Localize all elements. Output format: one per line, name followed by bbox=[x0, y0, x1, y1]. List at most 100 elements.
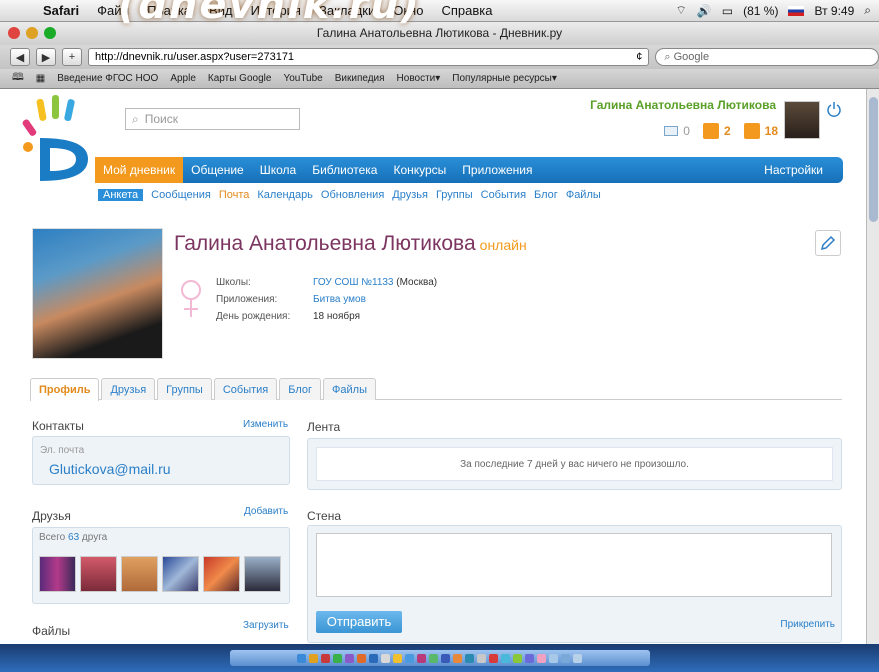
friend-avatar[interactable] bbox=[39, 556, 76, 592]
dock-app-icon[interactable] bbox=[561, 653, 570, 663]
address-bar[interactable]: http://dnevnik.ru/user.aspx?user=273171 … bbox=[88, 48, 650, 66]
dock-app-icon[interactable] bbox=[489, 653, 498, 663]
spotlight-icon[interactable]: ⌕ bbox=[864, 3, 871, 18]
logout-power-icon[interactable] bbox=[826, 101, 842, 117]
header-user-name[interactable]: Галина Анатольевна Лютикова bbox=[590, 98, 776, 112]
dock-app-icon[interactable] bbox=[465, 653, 474, 663]
friend-avatar[interactable] bbox=[203, 556, 240, 592]
friend-avatar[interactable] bbox=[162, 556, 199, 592]
clock[interactable]: Вт 9:49 bbox=[814, 4, 854, 18]
top-sites-icon[interactable]: ▦ bbox=[36, 73, 45, 84]
dnevnik-logo[interactable] bbox=[18, 93, 98, 188]
tab-events[interactable]: События bbox=[213, 378, 278, 400]
dock-app-icon[interactable] bbox=[417, 653, 426, 663]
battery-icon[interactable]: ▭ bbox=[722, 4, 733, 18]
dock-app-icon[interactable] bbox=[549, 653, 558, 663]
dock-app-icon[interactable] bbox=[309, 653, 318, 663]
wall-textarea[interactable] bbox=[316, 533, 832, 597]
friends-add-link[interactable]: Добавить bbox=[244, 506, 288, 517]
dock-app-icon[interactable] bbox=[321, 653, 330, 663]
zoom-window-icon[interactable] bbox=[44, 27, 56, 39]
email-link[interactable]: Glutickova@mail.ru bbox=[49, 461, 171, 477]
avatar[interactable] bbox=[784, 101, 820, 139]
school-link[interactable]: ГОУ СОШ №1133 bbox=[313, 277, 394, 288]
nav-library[interactable]: Библиотека bbox=[304, 157, 385, 183]
dock-app-icon[interactable] bbox=[513, 653, 522, 663]
scrollbar-thumb[interactable] bbox=[869, 97, 878, 222]
site-search-input[interactable]: ⌕ Поиск bbox=[125, 108, 300, 130]
bookmark-youtube[interactable]: YouTube bbox=[283, 73, 322, 84]
mail-icon[interactable] bbox=[664, 126, 679, 136]
dock-app-icon[interactable] bbox=[297, 653, 306, 663]
dock-app-icon[interactable] bbox=[477, 653, 486, 663]
dock-app-icon[interactable] bbox=[429, 653, 438, 663]
bookmark-popular[interactable]: Популярные ресурсы▾ bbox=[452, 73, 557, 84]
tab-files[interactable]: Файлы bbox=[323, 378, 376, 400]
menu-help[interactable]: Справка bbox=[432, 3, 501, 18]
subnav-groups[interactable]: Группы bbox=[436, 189, 473, 201]
nav-apps[interactable]: Приложения bbox=[454, 157, 540, 183]
subnav-blog[interactable]: Блог bbox=[534, 189, 558, 201]
profile-photo[interactable] bbox=[32, 228, 163, 359]
tab-groups[interactable]: Группы bbox=[157, 378, 212, 400]
bookmark-apple[interactable]: Apple bbox=[170, 73, 196, 84]
reading-list-icon[interactable]: 🕮 bbox=[12, 70, 24, 87]
flag-icon[interactable] bbox=[788, 5, 805, 16]
mail-count[interactable]: 0 bbox=[683, 124, 690, 138]
tab-profile[interactable]: Профиль bbox=[30, 378, 100, 401]
dock-app-icon[interactable] bbox=[501, 653, 510, 663]
subnav-updates[interactable]: Обновления bbox=[321, 189, 384, 201]
volume-icon[interactable]: 🔊 bbox=[697, 4, 712, 18]
tab-friends[interactable]: Друзья bbox=[101, 378, 156, 400]
nav-settings[interactable]: Настройки bbox=[764, 163, 843, 177]
friend-avatar[interactable] bbox=[80, 556, 117, 592]
page-scrollbar[interactable] bbox=[866, 89, 879, 644]
forward-button[interactable]: ▶ bbox=[36, 48, 56, 66]
bookmark-wikipedia[interactable]: Википедия bbox=[335, 73, 385, 84]
dock-app-icon[interactable] bbox=[453, 653, 462, 663]
dock-app-icon[interactable] bbox=[573, 653, 582, 663]
subnav-files[interactable]: Файлы bbox=[566, 189, 601, 201]
nav-school[interactable]: Школа bbox=[252, 157, 304, 183]
dock-app-icon[interactable] bbox=[441, 653, 450, 663]
tab-blog[interactable]: Блог bbox=[279, 378, 322, 400]
dock-app-icon[interactable] bbox=[381, 653, 390, 663]
subnav-friends[interactable]: Друзья bbox=[392, 189, 428, 201]
menu-app-safari[interactable]: Safari bbox=[34, 3, 88, 18]
friends-total-link[interactable]: 63 bbox=[68, 532, 79, 543]
nav-contests[interactable]: Конкурсы bbox=[385, 157, 454, 183]
nav-my-diary[interactable]: Мой дневник bbox=[95, 157, 184, 183]
bookmark-news[interactable]: Новости▾ bbox=[397, 73, 441, 84]
dock-app-icon[interactable] bbox=[333, 653, 342, 663]
friend-avatar[interactable] bbox=[244, 556, 281, 592]
dock-app-icon[interactable] bbox=[393, 653, 402, 663]
subnav-messages[interactable]: Сообщения bbox=[151, 189, 211, 201]
dock-app-icon[interactable] bbox=[525, 653, 534, 663]
add-bookmark-button[interactable]: + bbox=[62, 48, 82, 66]
wifi-icon[interactable]: ⌔ bbox=[676, 3, 687, 18]
dock-app-icon[interactable] bbox=[345, 653, 354, 663]
subnav-calendar[interactable]: Календарь bbox=[257, 189, 313, 201]
edit-pencil-icon[interactable] bbox=[815, 230, 841, 256]
send-button[interactable]: Отправить bbox=[316, 611, 402, 633]
dock-app-icon[interactable] bbox=[357, 653, 366, 663]
bookmark-google-maps[interactable]: Карты Google bbox=[208, 73, 272, 84]
friend-avatar[interactable] bbox=[121, 556, 158, 592]
close-window-icon[interactable] bbox=[8, 27, 20, 39]
dock-app-icon[interactable] bbox=[369, 653, 378, 663]
back-button[interactable]: ◀ bbox=[10, 48, 30, 66]
events-count[interactable]: 18 bbox=[765, 124, 778, 138]
files-upload-link[interactable]: Загрузить bbox=[243, 620, 289, 631]
google-search-input[interactable]: ⌕ Google bbox=[655, 48, 879, 66]
subnav-profile[interactable]: Анкета bbox=[98, 189, 144, 201]
dock-app-icon[interactable] bbox=[537, 653, 546, 663]
nav-communication[interactable]: Общение bbox=[183, 157, 252, 183]
dock-app-icon[interactable] bbox=[405, 653, 414, 663]
attach-link[interactable]: Прикрепить bbox=[780, 619, 835, 630]
bookmark-fgos[interactable]: Введение ФГОС НОО bbox=[57, 73, 158, 84]
contacts-edit-link[interactable]: Изменить bbox=[243, 419, 288, 430]
events-icon[interactable] bbox=[743, 123, 760, 139]
friends-request-icon[interactable] bbox=[702, 123, 719, 139]
reload-icon[interactable]: ¢ bbox=[636, 51, 642, 63]
minimize-window-icon[interactable] bbox=[26, 27, 38, 39]
